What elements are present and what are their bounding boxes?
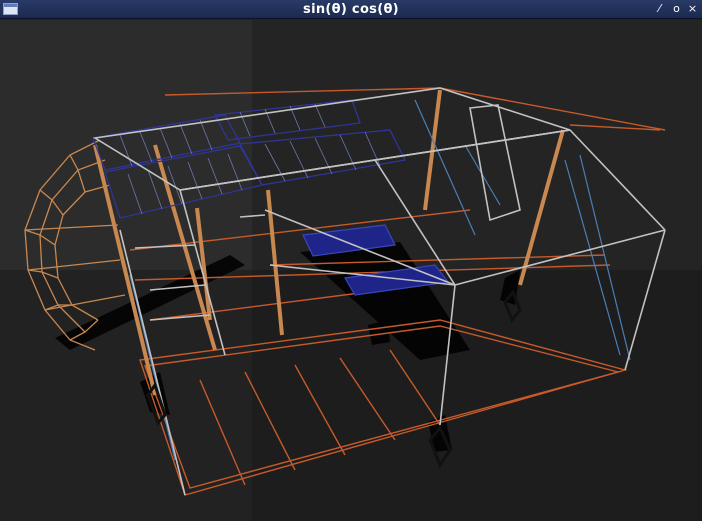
window-title: sin(θ) cos(θ) (303, 2, 399, 17)
title-bar[interactable]: sin(θ) cos(θ) ⁄ o × (0, 0, 702, 19)
maximize-button[interactable]: o (670, 2, 683, 16)
wireframe-scene (0, 20, 702, 521)
3d-viewport[interactable] (0, 20, 702, 521)
app-window: sin(θ) cos(θ) ⁄ o × (0, 0, 702, 521)
minimize-button[interactable]: ⁄ (653, 2, 666, 16)
close-button[interactable]: × (686, 2, 699, 16)
